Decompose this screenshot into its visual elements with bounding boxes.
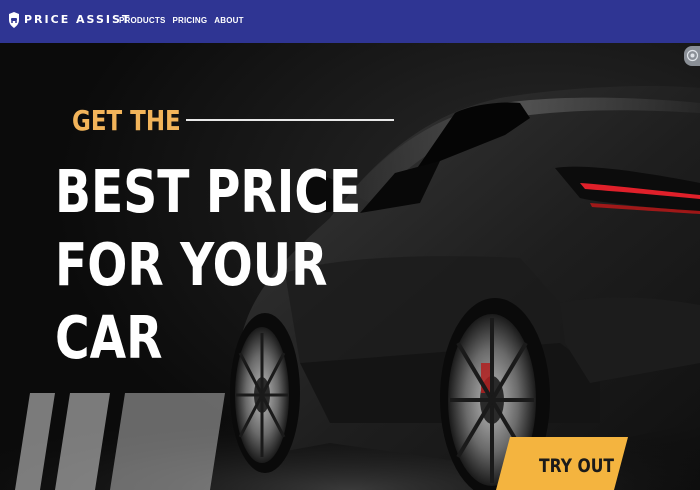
eyebrow-divider [186, 119, 394, 121]
nav-item-pricing[interactable]: PRICING [173, 16, 208, 25]
hero-headline: BEST PRICE FOR YOUR CAR [55, 155, 361, 374]
brand-logo[interactable]: PRICE ASSIST [9, 12, 131, 28]
settings-icon [686, 49, 699, 62]
headline-line-2: FOR YOUR [55, 230, 328, 299]
brand-name: PRICE ASSIST [24, 13, 132, 26]
try-out-button[interactable]: TRY OUT [539, 454, 614, 478]
settings-button[interactable] [684, 46, 700, 66]
nav-item-products[interactable]: PRODUCTS [119, 16, 166, 25]
top-nav: PRICE ASSIST PRODUCTS PRICING ABOUT [0, 0, 700, 43]
hero-eyebrow: GET THE [72, 104, 181, 137]
hero-section: GET THE BEST PRICE FOR YOUR CAR TRY OUT [0, 43, 700, 490]
main-menu: PRODUCTS PRICING ABOUT [119, 16, 244, 25]
headline-line-3: CAR [55, 303, 163, 372]
nav-item-about[interactable]: ABOUT [214, 16, 243, 25]
shield-car-icon [9, 12, 19, 28]
headline-line-1: BEST PRICE [55, 157, 362, 226]
